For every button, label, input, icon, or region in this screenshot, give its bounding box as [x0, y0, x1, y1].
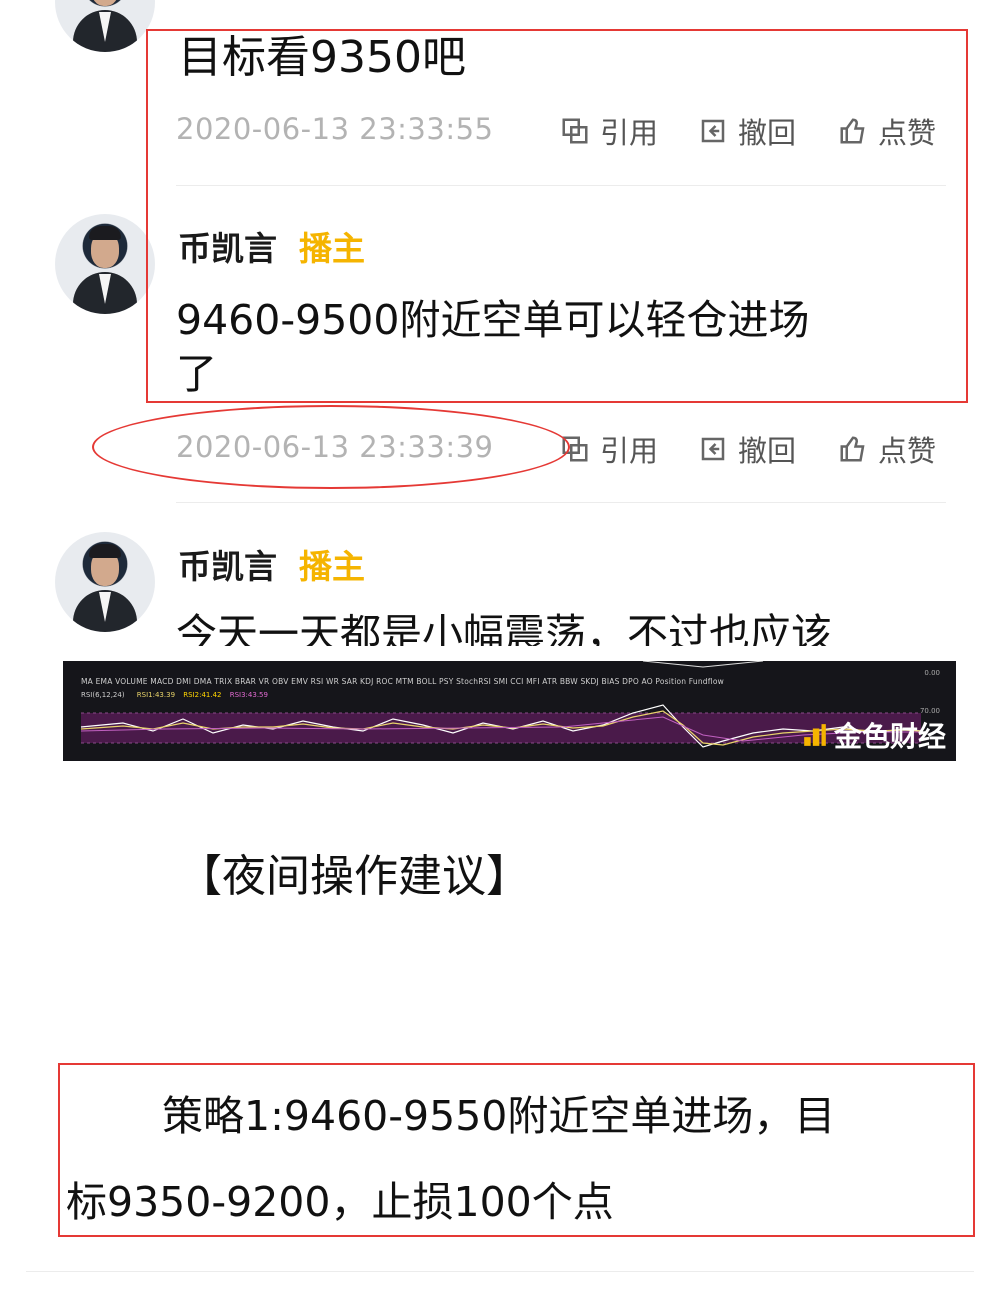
highlight-box: [58, 1063, 975, 1237]
avatar[interactable]: [55, 214, 155, 314]
message-text-partial: 今天一天都是小幅震荡，不过也应该: [176, 610, 832, 646]
recall-button[interactable]: 撤回: [698, 428, 796, 470]
highlight-ellipse: [92, 405, 570, 489]
watermark-logo: 金色财经: [802, 715, 946, 755]
recall-label: 撤回: [738, 434, 797, 468]
quote-label: 引用: [600, 434, 659, 468]
avatar[interactable]: [55, 532, 155, 632]
highlight-box: [146, 29, 968, 403]
brand-logo-icon: [804, 724, 826, 746]
avatar[interactable]: [55, 0, 155, 52]
author-name[interactable]: 币凯言: [178, 540, 277, 588]
divider: [26, 1271, 974, 1272]
divider: [176, 502, 946, 503]
quote-button[interactable]: 引用: [560, 428, 658, 470]
section-heading: 【夜间操作建议】: [178, 851, 530, 902]
role-badge: 播主: [299, 547, 365, 586]
like-label: 点赞: [878, 434, 937, 468]
rsi-chart-image: MA EMA VOLUME MACD DMI DMA TRIX BRAR VR …: [63, 661, 956, 761]
thumbs-up-icon: [840, 436, 865, 462]
like-button[interactable]: 点赞: [838, 428, 936, 470]
watermark-text: 金色财经: [833, 720, 946, 753]
recall-icon: [701, 437, 725, 461]
